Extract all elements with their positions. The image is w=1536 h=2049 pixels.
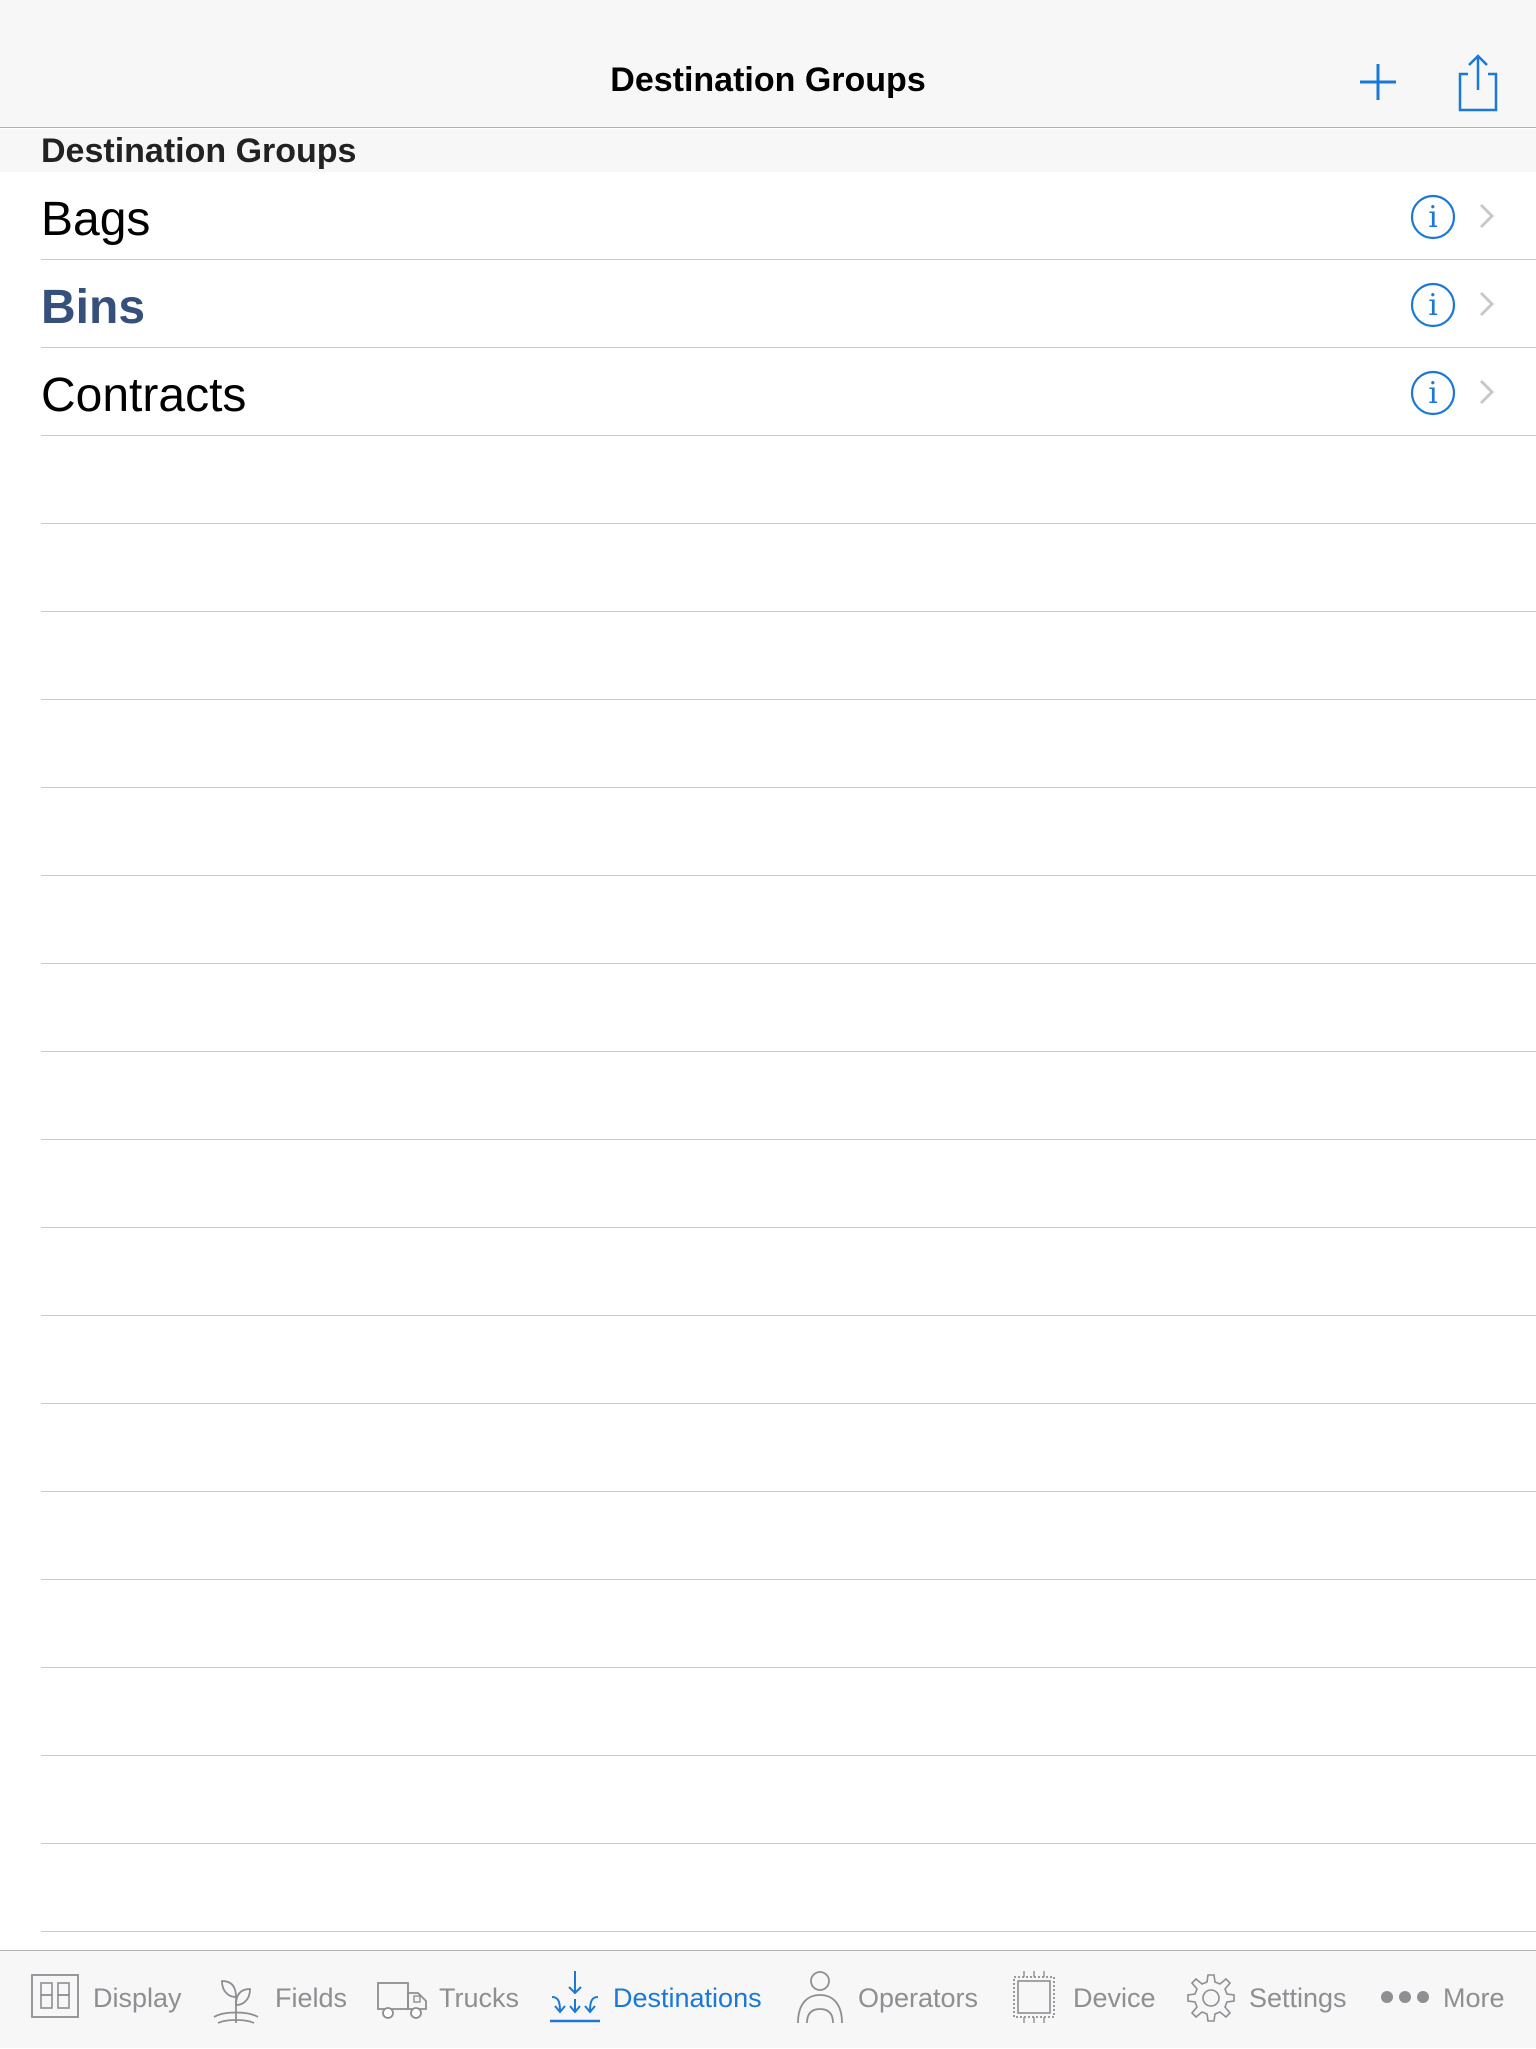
tab-destinations[interactable]: Destinations bbox=[548, 1951, 768, 2049]
empty-row bbox=[0, 876, 1536, 964]
plant-icon bbox=[213, 1980, 259, 2024]
empty-row bbox=[0, 964, 1536, 1052]
list-item-bags[interactable]: Bags i bbox=[0, 172, 1536, 260]
navigation-bar: Destination Groups bbox=[0, 0, 1536, 128]
info-button[interactable]: i bbox=[1410, 370, 1456, 416]
empty-row bbox=[0, 1580, 1536, 1668]
svg-text:i: i bbox=[1428, 376, 1438, 411]
info-button[interactable]: i bbox=[1410, 194, 1456, 240]
tab-display[interactable]: Display bbox=[30, 1951, 190, 2049]
tab-settings[interactable]: Settings bbox=[1186, 1951, 1356, 2049]
section-header: Destination Groups bbox=[0, 129, 1536, 172]
list-item-label: Bins bbox=[41, 281, 146, 334]
list-item-bins[interactable]: Bins i bbox=[0, 260, 1536, 348]
add-button[interactable] bbox=[1354, 58, 1402, 106]
page-title: Destination Groups bbox=[610, 61, 926, 99]
tab-trucks[interactable]: Trucks bbox=[376, 1951, 526, 2049]
empty-row bbox=[0, 1668, 1536, 1756]
tab-fields[interactable]: Fields bbox=[210, 1951, 360, 2049]
svg-text:i: i bbox=[1428, 200, 1438, 235]
empty-row bbox=[0, 1052, 1536, 1140]
tab-bar: Display Fields Trucks Destinations Opera… bbox=[0, 1950, 1536, 2048]
info-button[interactable]: i bbox=[1410, 282, 1456, 328]
operator-person-icon bbox=[797, 1971, 843, 2024]
destinations-arrows-icon bbox=[550, 1971, 600, 2023]
section-header-label: Destination Groups bbox=[41, 132, 357, 170]
empty-row bbox=[0, 1228, 1536, 1316]
share-button[interactable] bbox=[1452, 52, 1500, 114]
tab-label: Destinations bbox=[613, 1983, 762, 2013]
empty-row bbox=[0, 612, 1536, 700]
empty-row bbox=[0, 524, 1536, 612]
display-digits-icon bbox=[31, 1974, 79, 2018]
empty-row bbox=[0, 1844, 1536, 1932]
tab-label: Display bbox=[93, 1983, 182, 2013]
chip-icon bbox=[1013, 1971, 1055, 2023]
empty-row bbox=[0, 1404, 1536, 1492]
tab-more[interactable]: More bbox=[1380, 1951, 1520, 2049]
tab-label: Device bbox=[1073, 1983, 1156, 2013]
list-item-label: Bags bbox=[41, 193, 151, 246]
info-icon: i bbox=[1410, 282, 1456, 328]
empty-row bbox=[0, 436, 1536, 524]
tab-device[interactable]: Device bbox=[1008, 1951, 1168, 2049]
tab-operators[interactable]: Operators bbox=[794, 1951, 994, 2049]
tab-label: Settings bbox=[1249, 1983, 1347, 2013]
more-dots-icon bbox=[1381, 1991, 1429, 2003]
empty-row bbox=[0, 1492, 1536, 1580]
plus-icon bbox=[1360, 64, 1396, 100]
truck-icon bbox=[377, 1982, 427, 2019]
svg-text:i: i bbox=[1428, 288, 1438, 323]
list-item-label: Contracts bbox=[41, 369, 247, 422]
empty-row bbox=[0, 1756, 1536, 1844]
gear-icon bbox=[1187, 1974, 1235, 2022]
tab-label: Operators bbox=[858, 1983, 979, 2013]
tab-label: Trucks bbox=[439, 1983, 519, 2013]
empty-row bbox=[0, 1316, 1536, 1404]
empty-rows bbox=[0, 436, 1536, 1932]
empty-row bbox=[0, 1140, 1536, 1228]
tab-label: Fields bbox=[275, 1983, 348, 2013]
empty-row bbox=[0, 788, 1536, 876]
chevron-right-icon bbox=[1479, 379, 1495, 405]
list-item-contracts[interactable]: Contracts i bbox=[0, 348, 1536, 436]
chevron-right-icon bbox=[1479, 203, 1495, 229]
share-icon bbox=[1458, 54, 1498, 112]
empty-row bbox=[0, 700, 1536, 788]
info-icon: i bbox=[1410, 194, 1456, 240]
destination-groups-list: Bags i Bins i Contracts i bbox=[0, 172, 1536, 436]
chevron-right-icon bbox=[1479, 291, 1495, 317]
info-icon: i bbox=[1410, 370, 1456, 416]
tab-label: More bbox=[1443, 1983, 1505, 2013]
